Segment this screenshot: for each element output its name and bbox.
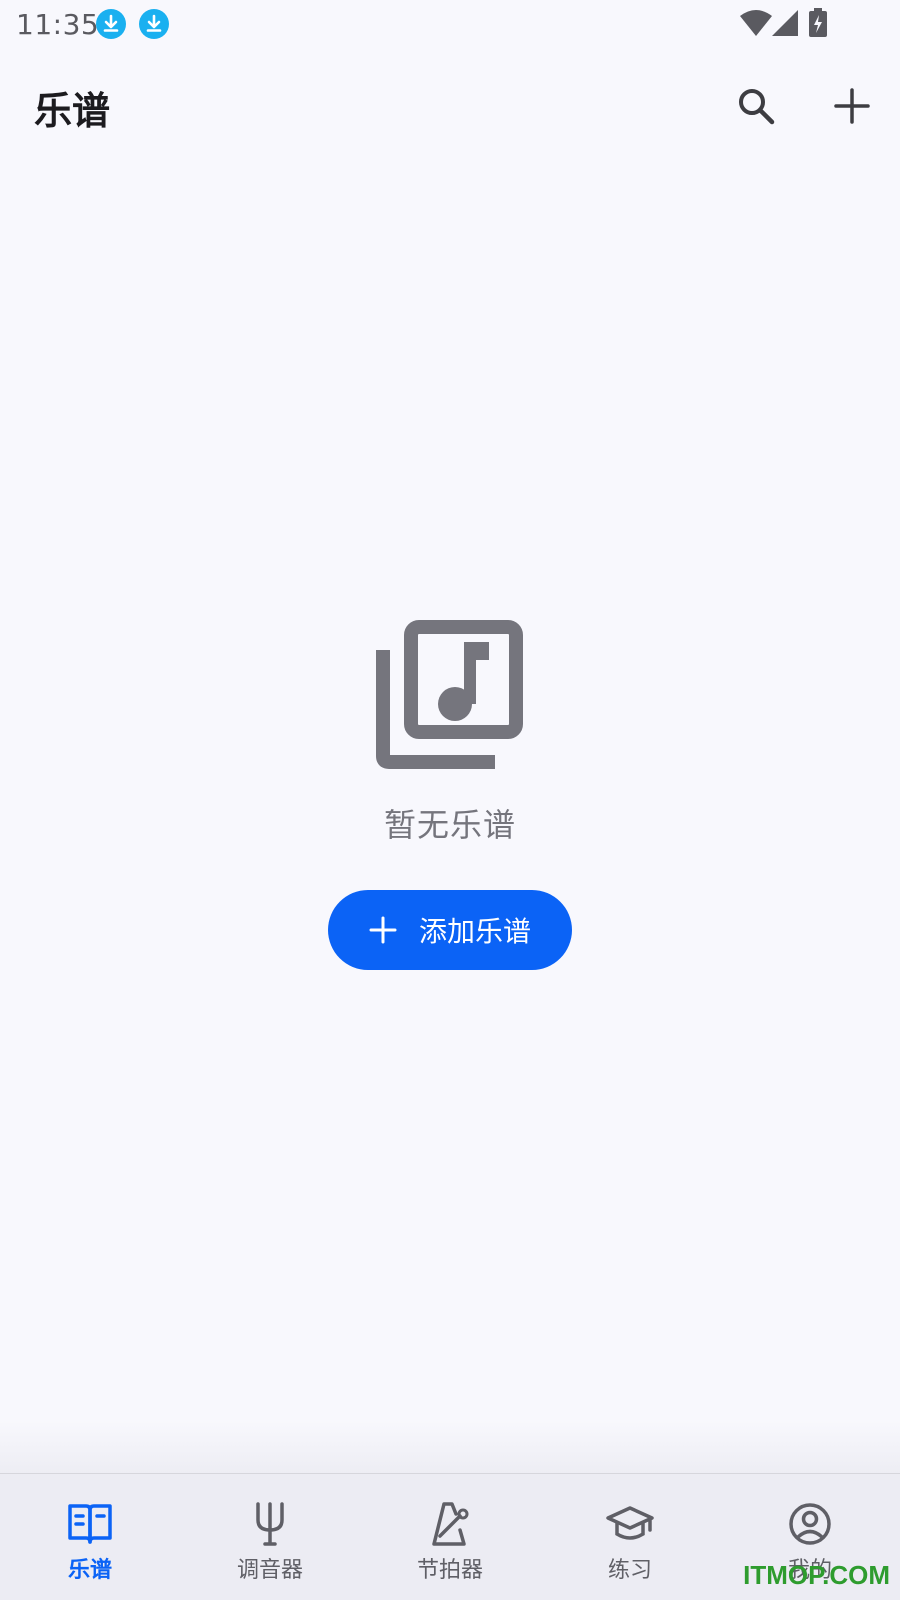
status-icons bbox=[740, 8, 860, 40]
plus-icon bbox=[369, 916, 397, 944]
nav-label: 节拍器 bbox=[416, 1558, 483, 1583]
empty-state: 暂无乐谱 添加乐谱 bbox=[0, 620, 900, 970]
nav-label: 调音器 bbox=[236, 1558, 303, 1583]
download-icon bbox=[139, 9, 169, 39]
tuning-fork-icon bbox=[256, 1502, 284, 1546]
battery-charging-icon bbox=[809, 8, 827, 37]
status-bar: 11:35 bbox=[0, 0, 900, 50]
search-button[interactable] bbox=[728, 78, 784, 134]
add-icon bbox=[834, 88, 870, 124]
nav-shadow bbox=[0, 1420, 900, 1473]
nav-item-tuner[interactable]: 调音器 bbox=[180, 1474, 360, 1600]
music-library-icon bbox=[376, 620, 523, 769]
watermark: ITMOP.COM bbox=[743, 1560, 890, 1590]
nav-label: 乐谱 bbox=[67, 1558, 112, 1583]
nav-item-metronome[interactable]: 节拍器 bbox=[360, 1474, 540, 1600]
metronome-icon bbox=[432, 1502, 469, 1546]
wifi-icon bbox=[740, 10, 772, 36]
download-icon bbox=[96, 9, 126, 39]
signal-icon bbox=[772, 10, 798, 36]
add-score-label: 添加乐谱 bbox=[418, 915, 531, 948]
nav-item-practice[interactable]: 练习 bbox=[540, 1474, 720, 1600]
account-circle-icon bbox=[789, 1503, 831, 1545]
add-score-button[interactable]: 添加乐谱 bbox=[328, 890, 572, 970]
book-icon bbox=[68, 1504, 112, 1544]
page-title: 乐谱 bbox=[34, 89, 111, 133]
graduation-cap-icon bbox=[606, 1506, 654, 1540]
nav-label: 练习 bbox=[607, 1558, 652, 1583]
empty-message: 暂无乐谱 bbox=[383, 806, 516, 844]
add-button[interactable] bbox=[824, 78, 880, 134]
status-time: 11:35 bbox=[16, 8, 100, 41]
nav-item-scores[interactable]: 乐谱 bbox=[0, 1474, 180, 1600]
app-bar: 乐谱 bbox=[0, 60, 900, 150]
search-icon bbox=[739, 89, 775, 125]
